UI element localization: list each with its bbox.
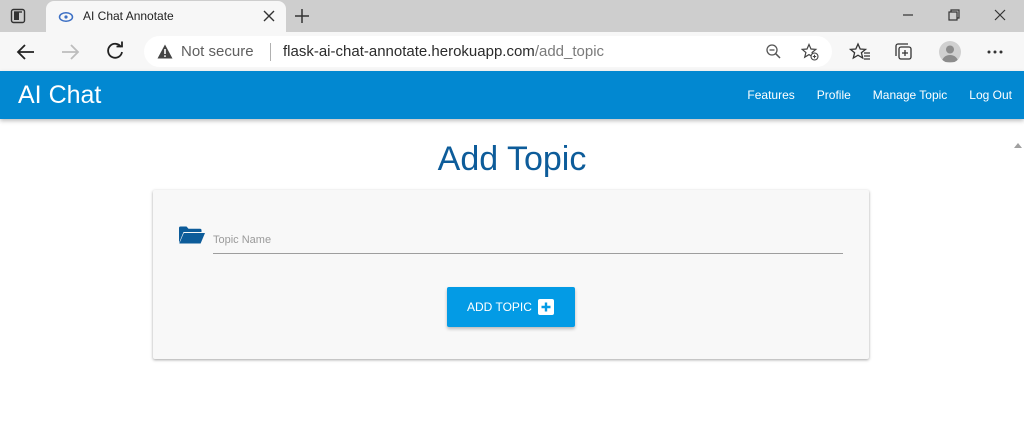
nav-log-out[interactable]: Log Out — [969, 88, 1012, 102]
add-topic-button-label: ADD TOPIC — [467, 300, 532, 314]
favorites-icon[interactable] — [848, 41, 871, 63]
minimize-icon[interactable] — [898, 6, 918, 24]
security-label[interactable]: Not secure — [181, 43, 254, 60]
add-box-icon — [538, 299, 554, 315]
collections-icon[interactable] — [893, 41, 915, 63]
browser-tab[interactable]: AI Chat Annotate — [46, 1, 286, 32]
url-host: flask-ai-chat-annotate.herokuapp.com — [283, 43, 535, 60]
new-tab-plus-icon[interactable] — [293, 7, 313, 25]
tab-title: AI Chat Annotate — [83, 9, 174, 23]
browser-address-bar: Not secure flask-ai-chat-annotate.heroku… — [0, 32, 1024, 71]
add-favorite-icon[interactable] — [800, 43, 819, 61]
folder-open-icon — [178, 226, 206, 244]
back-arrow-icon[interactable] — [15, 41, 37, 63]
page-title: Add Topic — [437, 140, 587, 178]
main-nav: Features Profile Manage Topic Log Out — [725, 88, 1012, 102]
close-icon[interactable] — [262, 9, 276, 23]
topic-name-input[interactable] — [213, 226, 843, 254]
url-path: /add_topic — [534, 43, 605, 60]
more-icon[interactable] — [984, 41, 1006, 63]
restore-icon[interactable] — [944, 6, 964, 24]
avatar-icon[interactable] — [939, 41, 961, 63]
chat-favicon-icon — [58, 9, 74, 25]
url-text[interactable]: flask-ai-chat-annotate.herokuapp.com/add… — [283, 43, 604, 60]
nav-manage-topic[interactable]: Manage Topic — [873, 88, 948, 102]
url-separator — [270, 43, 271, 61]
forward-arrow-icon[interactable] — [59, 41, 81, 63]
zoom-out-icon[interactable] — [765, 43, 782, 60]
address-field[interactable]: Not secure flask-ai-chat-annotate.heroku… — [144, 36, 832, 67]
add-topic-button[interactable]: ADD TOPIC — [447, 287, 575, 327]
refresh-icon[interactable] — [104, 41, 126, 63]
brand-logo[interactable]: AI Chat — [18, 81, 101, 110]
close-window-icon[interactable] — [990, 6, 1010, 24]
nav-features[interactable]: Features — [747, 88, 794, 102]
browser-tab-bar: AI Chat Annotate — [0, 0, 1024, 32]
nav-profile[interactable]: Profile — [817, 88, 851, 102]
tab-actions-icon[interactable] — [8, 7, 28, 25]
app-header: AI Chat Features Profile Manage Topic Lo… — [0, 71, 1024, 119]
add-topic-card: ADD TOPIC — [153, 190, 869, 359]
warning-icon[interactable] — [157, 44, 173, 59]
